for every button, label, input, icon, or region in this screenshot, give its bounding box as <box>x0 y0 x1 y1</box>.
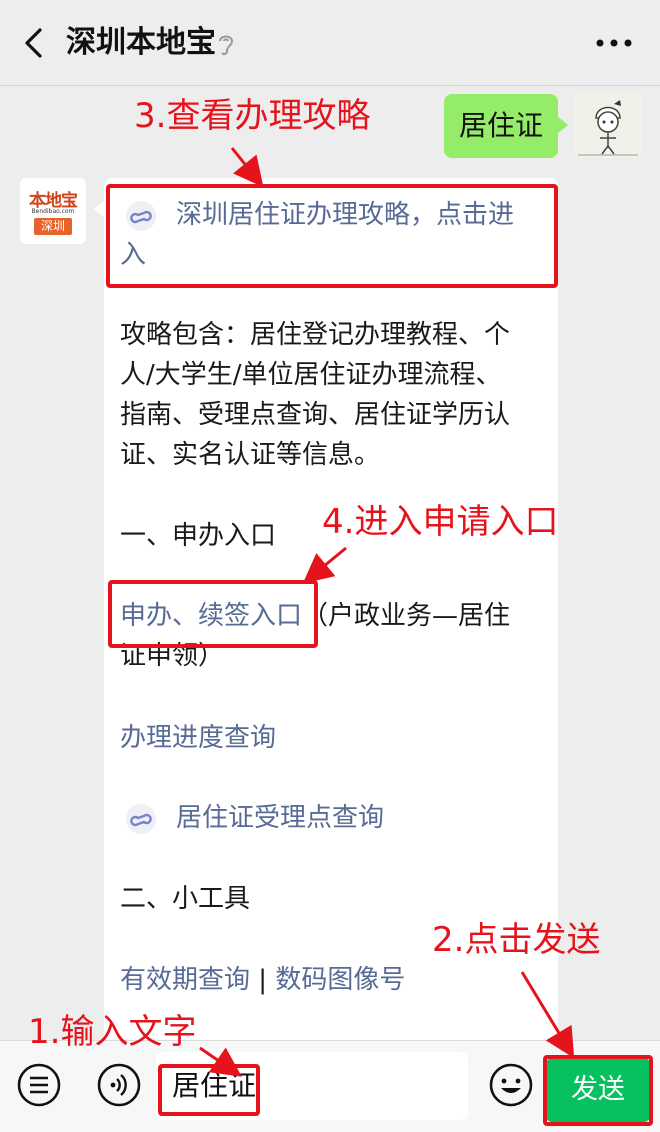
arrow-step3 <box>230 147 264 188</box>
annotation-arrows <box>199 147 575 1077</box>
arrow-step4 <box>302 546 347 584</box>
arrow-step2 <box>520 971 575 1059</box>
arrow-step1 <box>199 1046 242 1077</box>
